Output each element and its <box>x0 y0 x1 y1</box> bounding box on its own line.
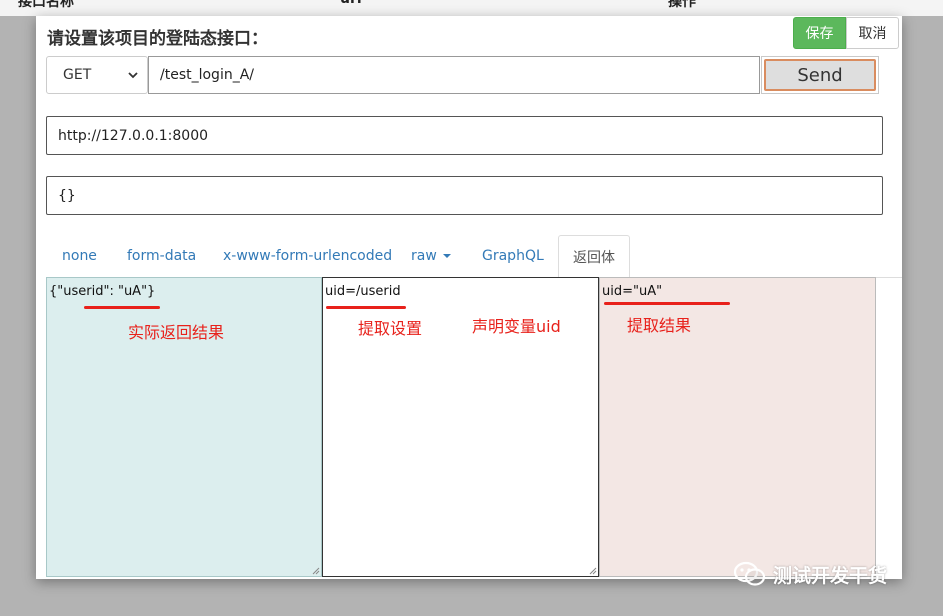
tab-none[interactable]: none <box>62 235 97 277</box>
bg-col-action: 操作 <box>668 0 696 10</box>
watermark: 测试开发干货 <box>733 560 887 588</box>
annotation-declare-variable: 声明变量uid <box>472 317 561 336</box>
send-button-label: Send <box>764 59 876 91</box>
watermark-text: 测试开发干货 <box>773 564 888 587</box>
bg-col-url: url <box>340 0 362 7</box>
background-table-header: 接口名称 url 操作 <box>0 0 943 16</box>
annotation-extract-setting: 提取设置 <box>358 319 423 338</box>
method-value: GET <box>63 67 92 83</box>
tab-graphql[interactable]: GraphQL <box>482 235 544 277</box>
annotation-underline-response <box>84 306 160 309</box>
wechat-icon <box>733 561 766 586</box>
tab-form-data[interactable]: form-data <box>127 235 196 277</box>
extract-setting-text: uid=/userid <box>325 284 401 299</box>
tab-x-www-form-urlencoded[interactable]: x-www-form-urlencoded <box>223 235 392 277</box>
host-input[interactable]: http://127.0.0.1:8000 <box>46 116 883 155</box>
tab-raw[interactable]: raw <box>411 235 451 277</box>
resize-grip-icon[interactable] <box>589 567 597 575</box>
send-button[interactable]: Send <box>761 56 879 94</box>
response-text: {"userid": "uA"} <box>49 284 156 299</box>
method-select[interactable]: GET <box>46 56 148 94</box>
tab-raw-label: raw <box>411 248 437 264</box>
body-input[interactable]: {} <box>46 176 883 215</box>
extract-result-text: uid="uA" <box>602 284 663 299</box>
body-type-tabs: none form-data x-www-form-urlencoded raw… <box>46 235 902 278</box>
annotation-underline-result <box>604 302 730 305</box>
bg-col-name: 接口名称 <box>18 0 74 10</box>
annotation-extract-result: 提取结果 <box>627 316 692 335</box>
modal-title: 请设置该项目的登陆态接口： <box>47 29 268 49</box>
url-input[interactable]: /test_login_A/ <box>148 56 760 94</box>
annotation-actual-response: 实际返回结果 <box>128 323 225 342</box>
tab-response-body[interactable]: 返回体 <box>558 235 630 278</box>
login-interface-modal: 请设置该项目的登陆态接口： 保存 取消 GET /test_login_A/ S… <box>36 16 902 579</box>
caret-down-icon <box>442 254 451 258</box>
chevron-down-icon <box>128 72 138 79</box>
resize-grip-icon[interactable] <box>312 567 320 575</box>
cancel-button[interactable]: 取消 <box>846 17 899 49</box>
save-button[interactable]: 保存 <box>793 17 846 49</box>
annotation-underline-setting <box>326 306 406 309</box>
